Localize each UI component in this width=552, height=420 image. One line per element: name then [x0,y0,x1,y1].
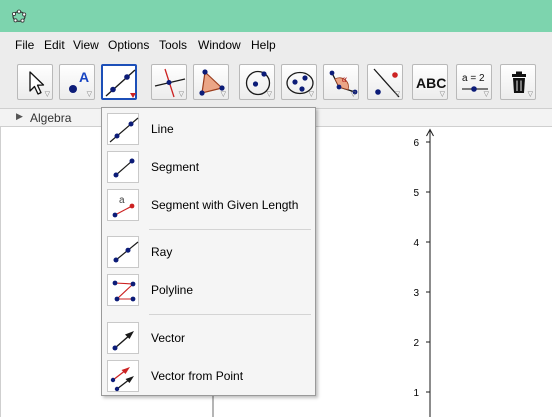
y-axis-tick-marks [426,141,430,393]
move-tool-button[interactable]: ▽ [17,64,53,100]
text-tool-button[interactable]: ABC ▽ [412,64,448,100]
dropdown-item-label: Polyline [151,283,194,297]
dropdown-item-label: Segment [151,160,200,174]
algebra-view-border [0,127,1,417]
chevron-down-icon: ▽ [350,91,356,98]
y-tick-label: 5 [413,188,419,199]
title-bar [0,0,552,32]
y-tick-label: 4 [413,238,419,249]
dropdown-item-vector-from-point[interactable]: Vector from Point [102,360,315,394]
menu-bar: File Edit View Options Tools Window Help [0,32,552,58]
line-icon [107,113,139,145]
dropdown-item-ray[interactable]: Ray [102,236,315,270]
vector-from-point-icon [107,360,139,392]
perpendicular-line-tool-button[interactable]: ▽ [151,64,187,100]
menu-file[interactable]: File [15,38,34,52]
chevron-down-icon: ▽ [178,91,184,98]
svg-text:ABC: ABC [416,75,446,91]
chevron-down-icon: ▽ [308,91,314,98]
point-tool-button[interactable]: A ▽ [59,64,95,100]
menu-tools[interactable]: Tools [159,38,187,52]
dropdown-item-line[interactable]: Line [102,113,315,147]
slider-tool-button[interactable]: a = 2 ▽ [456,64,492,100]
chevron-down-icon: ▽ [394,91,400,98]
vector-icon [107,322,139,354]
circle-tool-button[interactable]: ▽ [239,64,275,100]
reflect-tool-button[interactable]: ▽ [367,64,403,100]
dropdown-item-label: Ray [151,245,173,259]
menu-help[interactable]: Help [251,38,276,52]
chevron-down-icon: ▽ [44,91,50,98]
line-icon [105,69,136,98]
svg-text:a = 2: a = 2 [462,73,485,84]
dropdown-item-label: Vector [151,331,186,345]
chevron-down-icon: ▽ [266,91,272,98]
svg-text:a: a [119,195,125,206]
polygon-tool-button[interactable]: ▽ [193,64,229,100]
y-tick-label: 2 [413,338,419,349]
dropdown-separator [149,229,311,230]
delete-tool-button[interactable]: ▽ [500,64,536,100]
toolbar: ▽ A ▽ ▽ ▽ ▽ ▽ α ▽ ▽ ABC ▽ a = 2 ▽ ▽ [0,58,552,108]
y-tick-label: 3 [413,288,419,299]
dropdown-item-vector[interactable]: Vector [102,322,315,356]
segment-given-length-icon: a [107,189,139,221]
dropdown-item-segment[interactable]: Segment [102,151,315,185]
polyline-icon [107,274,139,306]
segment-icon [107,151,139,183]
dropdown-separator [149,314,311,315]
dropdown-item-label: Line [151,122,174,136]
chevron-right-icon[interactable]: ▶ [16,111,23,122]
dropdown-item-polyline[interactable]: Polyline [102,274,315,308]
dropdown-item-label: Segment with Given Length [151,198,299,212]
geogebra-app-icon [11,9,27,23]
algebra-view-title: Algebra [30,111,72,125]
menu-edit[interactable]: Edit [44,38,65,52]
chevron-down-icon: ▽ [220,91,226,98]
angle-tool-button[interactable]: α ▽ [323,64,359,100]
dropdown-item-label: Vector from Point [151,369,244,383]
chevron-down-icon: ▽ [439,91,445,98]
ellipse-tool-button[interactable]: ▽ [281,64,317,100]
ray-icon [107,236,139,268]
line-tool-button[interactable] [101,64,137,100]
dropdown-item-segment-with-given-length[interactable]: a Segment with Given Length [102,189,315,223]
svg-text:α: α [342,74,347,84]
chevron-down-icon: ▽ [483,91,489,98]
menu-window[interactable]: Window [198,38,241,52]
chevron-down-icon: ▽ [527,91,533,98]
y-tick-label: 1 [413,388,419,399]
y-tick-label: 6 [413,138,419,149]
svg-text:A: A [79,69,89,85]
menu-options[interactable]: Options [108,38,149,52]
line-tools-dropdown: Line Segment a Segment with Given Length [101,107,316,396]
chevron-down-icon: ▽ [86,91,92,98]
menu-view[interactable]: View [73,38,99,52]
